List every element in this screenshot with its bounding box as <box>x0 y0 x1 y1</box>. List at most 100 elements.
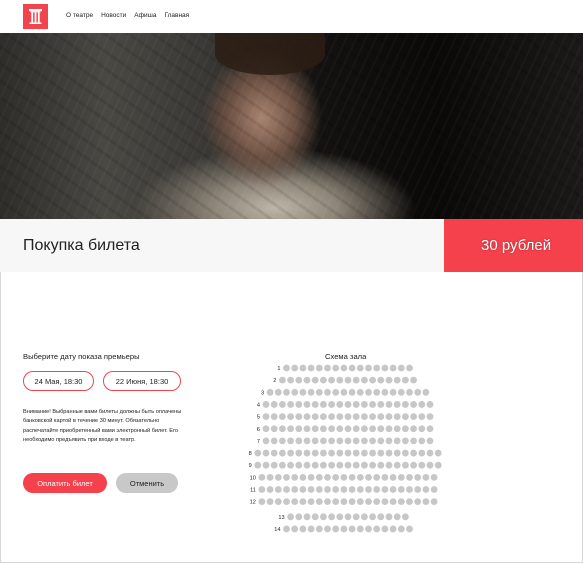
seat[interactable] <box>299 364 307 372</box>
seat[interactable] <box>422 388 430 396</box>
seat[interactable] <box>279 449 286 457</box>
seat[interactable] <box>397 388 405 396</box>
seat[interactable] <box>377 425 385 433</box>
seat[interactable] <box>320 425 327 433</box>
seat[interactable] <box>414 486 422 493</box>
seat[interactable] <box>270 461 278 469</box>
seat[interactable] <box>352 376 360 384</box>
seat[interactable] <box>315 486 323 493</box>
seat[interactable] <box>266 473 274 481</box>
seat[interactable] <box>295 449 303 457</box>
seat[interactable] <box>377 461 385 469</box>
seat[interactable] <box>377 449 385 457</box>
seat[interactable] <box>373 388 381 396</box>
seat[interactable] <box>344 437 352 445</box>
seat[interactable] <box>283 388 290 396</box>
seat[interactable] <box>320 437 327 445</box>
seat[interactable] <box>385 376 393 384</box>
seat[interactable] <box>426 449 434 457</box>
seat[interactable] <box>303 425 311 433</box>
seat[interactable] <box>365 498 372 506</box>
seat[interactable] <box>356 525 364 533</box>
seat[interactable] <box>283 498 290 506</box>
seat[interactable] <box>377 401 385 408</box>
seat[interactable] <box>406 473 413 481</box>
seat[interactable] <box>426 437 434 445</box>
seat[interactable] <box>410 437 417 445</box>
seat[interactable] <box>361 401 368 408</box>
seat[interactable] <box>356 486 364 493</box>
seat[interactable] <box>332 364 340 372</box>
seat[interactable] <box>311 461 319 469</box>
seat[interactable] <box>283 364 290 372</box>
seat[interactable] <box>365 473 372 481</box>
seat[interactable] <box>414 498 422 506</box>
seat[interactable] <box>397 525 405 533</box>
seat[interactable] <box>287 376 294 384</box>
seat[interactable] <box>262 461 270 469</box>
seat[interactable] <box>402 413 409 420</box>
seat[interactable] <box>369 425 376 433</box>
seat[interactable] <box>307 364 315 372</box>
seat[interactable] <box>279 437 286 445</box>
seat[interactable] <box>430 473 438 481</box>
seat[interactable] <box>303 513 311 521</box>
seat[interactable] <box>299 525 307 533</box>
seat[interactable] <box>361 513 368 521</box>
seat[interactable] <box>324 486 331 493</box>
seat[interactable] <box>402 425 409 433</box>
seat[interactable] <box>369 376 376 384</box>
seat[interactable] <box>324 364 331 372</box>
seat[interactable] <box>270 401 278 408</box>
seat[interactable] <box>373 486 381 493</box>
seat[interactable] <box>307 525 315 533</box>
seat[interactable] <box>315 388 323 396</box>
seat[interactable] <box>299 498 307 506</box>
seat[interactable] <box>287 461 294 469</box>
seat[interactable] <box>402 461 409 469</box>
seat[interactable] <box>369 513 376 521</box>
seat[interactable] <box>402 449 409 457</box>
seat[interactable] <box>397 473 405 481</box>
seat[interactable] <box>291 525 299 533</box>
seat[interactable] <box>406 486 413 493</box>
seat[interactable] <box>393 413 401 420</box>
seat[interactable] <box>369 449 376 457</box>
seat[interactable] <box>262 449 270 457</box>
seat[interactable] <box>258 473 266 481</box>
seat[interactable] <box>365 364 372 372</box>
seat[interactable] <box>418 425 426 433</box>
seat[interactable] <box>328 513 335 521</box>
seat[interactable] <box>274 486 282 493</box>
seat[interactable] <box>307 498 315 506</box>
seat[interactable] <box>344 449 352 457</box>
seat[interactable] <box>397 498 405 506</box>
seat[interactable] <box>348 473 356 481</box>
seat[interactable] <box>381 498 389 506</box>
seat[interactable] <box>307 473 315 481</box>
seat[interactable] <box>320 376 327 384</box>
seat[interactable] <box>315 525 323 533</box>
seat[interactable] <box>389 486 397 493</box>
seat[interactable] <box>287 437 294 445</box>
seat[interactable] <box>393 513 401 521</box>
seat[interactable] <box>279 461 286 469</box>
seat[interactable] <box>348 525 356 533</box>
seat[interactable] <box>279 376 286 384</box>
seat[interactable] <box>406 525 413 533</box>
seat[interactable] <box>352 437 360 445</box>
seat[interactable] <box>299 473 307 481</box>
seat[interactable] <box>332 473 340 481</box>
seat[interactable] <box>336 437 344 445</box>
seat[interactable] <box>352 425 360 433</box>
seat[interactable] <box>328 376 335 384</box>
seat[interactable] <box>287 513 294 521</box>
seat[interactable] <box>303 437 311 445</box>
seat[interactable] <box>361 413 368 420</box>
seat[interactable] <box>328 461 335 469</box>
seat[interactable] <box>402 513 409 521</box>
seat[interactable] <box>352 461 360 469</box>
seat[interactable] <box>324 388 331 396</box>
seat[interactable] <box>361 437 368 445</box>
seat[interactable] <box>336 461 344 469</box>
